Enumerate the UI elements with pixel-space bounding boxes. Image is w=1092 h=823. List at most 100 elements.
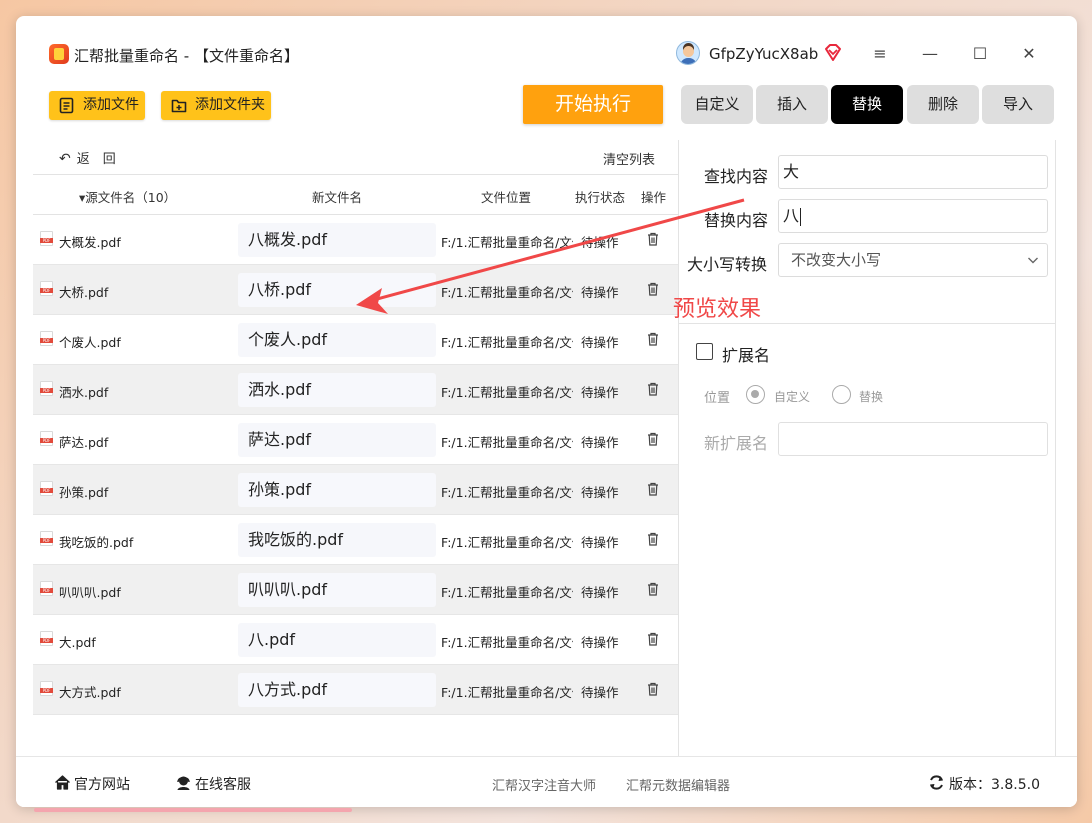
status-text: 待操作 xyxy=(581,635,619,650)
minimize-button[interactable]: — xyxy=(918,42,942,66)
status-text: 待操作 xyxy=(581,535,619,550)
status-text: 待操作 xyxy=(581,585,619,600)
table-row[interactable]: 大概发.pdf 八概发.pdf F:/1.汇帮批量重命名/文件 待操作 xyxy=(33,215,679,265)
file-location: F:/1.汇帮批量重命名/文件 xyxy=(441,585,573,600)
pdf-file-icon xyxy=(40,631,53,646)
new-filename-preview: 八.pdf xyxy=(238,623,436,657)
status-text: 待操作 xyxy=(581,435,619,450)
online-support-label: 在线客服 xyxy=(195,777,251,793)
status-text: 待操作 xyxy=(581,335,619,350)
new-filename-preview: 八桥.pdf xyxy=(238,273,436,307)
table-row[interactable]: 大.pdf 八.pdf F:/1.汇帮批量重命名/文件 待操作 xyxy=(33,615,679,665)
trash-icon[interactable] xyxy=(647,632,659,646)
pdf-file-icon xyxy=(40,481,53,496)
trash-icon[interactable] xyxy=(647,232,659,246)
trash-icon[interactable] xyxy=(647,532,659,546)
column-status: 执行状态 xyxy=(575,190,626,205)
table-row[interactable]: 大桥.pdf 八桥.pdf F:/1.汇帮批量重命名/文件 待操作 xyxy=(33,265,679,315)
clear-list-button[interactable]: 清空列表 xyxy=(603,149,655,168)
file-location: F:/1.汇帮批量重命名/文件 xyxy=(441,535,573,550)
title-bar: 汇帮批量重命名 - 【文件重命名】 GfpZyYucX8ab ≡ — ☐ ✕ xyxy=(16,16,1077,72)
table-row[interactable]: 洒水.pdf 洒水.pdf F:/1.汇帮批量重命名/文件 待操作 xyxy=(33,365,679,415)
pdf-file-icon xyxy=(40,431,53,446)
add-file-label: 添加文件 xyxy=(83,97,139,113)
file-location: F:/1.汇帮批量重命名/文件 xyxy=(441,435,573,450)
tab-custom[interactable]: 自定义 xyxy=(681,85,753,124)
table-row[interactable]: 叭叭叭.pdf 叭叭叭.pdf F:/1.汇帮批量重命名/文件 待操作 xyxy=(33,565,679,615)
file-table-body: 大概发.pdf 八概发.pdf F:/1.汇帮批量重命名/文件 待操作 大桥.p… xyxy=(33,215,679,715)
table-row[interactable]: 大方式.pdf 八方式.pdf F:/1.汇帮批量重命名/文件 待操作 xyxy=(33,665,679,715)
replace-settings-panel: 查找内容 大 替换内容 八 大小写转换 不改变大小写 扩展名 位置 自定义 替换… xyxy=(679,140,1056,756)
source-filename: 孙策.pdf xyxy=(59,485,109,500)
user-avatar[interactable] xyxy=(676,41,700,65)
section-divider xyxy=(679,323,1056,324)
source-filename: 大桥.pdf xyxy=(59,285,109,300)
file-location: F:/1.汇帮批量重命名/文件 xyxy=(441,385,573,400)
tab-replace[interactable]: 替换 xyxy=(831,85,903,124)
start-button[interactable]: 开始执行 xyxy=(523,85,663,124)
position-radio-replace-label[interactable]: 替换 xyxy=(859,388,883,405)
pdf-file-icon xyxy=(40,281,53,296)
footer-link-metadata[interactable]: 汇帮元数据编辑器 xyxy=(626,775,730,794)
menu-icon[interactable]: ≡ xyxy=(868,42,892,66)
trash-icon[interactable] xyxy=(647,682,659,696)
case-select-value: 不改变大小写 xyxy=(791,251,882,269)
tab-delete[interactable]: 删除 xyxy=(907,85,979,124)
source-filename: 萨达.pdf xyxy=(59,435,109,450)
table-row[interactable]: 我吃饭的.pdf 我吃饭的.pdf F:/1.汇帮批量重命名/文件 待操作 xyxy=(33,515,679,565)
trash-icon[interactable] xyxy=(647,582,659,596)
file-location: F:/1.汇帮批量重命名/文件 xyxy=(441,285,573,300)
position-radio-custom[interactable] xyxy=(746,385,765,404)
trash-icon[interactable] xyxy=(647,432,659,446)
file-location: F:/1.汇帮批量重命名/文件 xyxy=(441,235,573,250)
new-filename-preview: 孙策.pdf xyxy=(238,473,436,507)
position-radio-custom-label[interactable]: 自定义 xyxy=(774,388,810,405)
case-select[interactable]: 不改变大小写 xyxy=(778,243,1048,277)
replace-input-value: 八 xyxy=(783,206,800,225)
trash-icon[interactable] xyxy=(647,332,659,346)
refresh-icon[interactable] xyxy=(928,774,945,791)
tab-insert[interactable]: 插入 xyxy=(756,85,828,124)
add-folder-button[interactable]: 添加文件夹 xyxy=(161,91,271,120)
extension-checkbox[interactable] xyxy=(696,343,713,360)
add-folder-icon xyxy=(171,99,187,113)
user-name[interactable]: GfpZyYucX8ab xyxy=(709,45,818,63)
trash-icon[interactable] xyxy=(647,382,659,396)
add-file-button[interactable]: 添加文件 xyxy=(49,91,145,120)
source-filename: 大.pdf xyxy=(59,635,96,650)
trash-icon[interactable] xyxy=(647,282,659,296)
app-logo-icon xyxy=(49,44,69,64)
extension-label[interactable]: 扩展名 xyxy=(722,342,770,366)
status-text: 待操作 xyxy=(581,485,619,500)
vip-diamond-icon[interactable] xyxy=(823,44,843,62)
official-website-label: 官方网站 xyxy=(74,777,130,793)
position-radio-replace[interactable] xyxy=(832,385,851,404)
maximize-button[interactable]: ☐ xyxy=(968,42,992,66)
trash-icon[interactable] xyxy=(647,482,659,496)
new-extension-input[interactable] xyxy=(778,422,1048,456)
table-row[interactable]: 个废人.pdf 个废人.pdf F:/1.汇帮批量重命名/文件 待操作 xyxy=(33,315,679,365)
tab-import[interactable]: 导入 xyxy=(982,85,1054,124)
find-input[interactable]: 大 xyxy=(778,155,1048,189)
pdf-file-icon xyxy=(40,231,53,246)
online-support-link[interactable]: 在线客服 xyxy=(177,774,251,794)
replace-input[interactable]: 八 xyxy=(778,199,1048,233)
source-filename: 大方式.pdf xyxy=(59,685,121,700)
taskbar-progress-strip xyxy=(34,808,352,812)
footer-bar: 官方网站 在线客服 汇帮汉字注音大师 汇帮元数据编辑器 版本：3.8.5.0 xyxy=(16,756,1077,807)
official-website-link[interactable]: 官方网站 xyxy=(55,774,130,794)
footer-link-pinyin[interactable]: 汇帮汉字注音大师 xyxy=(492,775,596,794)
new-extension-label: 新扩展名 xyxy=(704,434,769,453)
table-row[interactable]: 孙策.pdf 孙策.pdf F:/1.汇帮批量重命名/文件 待操作 xyxy=(33,465,679,515)
add-folder-label: 添加文件夹 xyxy=(195,97,265,113)
back-arrow-icon: ↶ xyxy=(59,151,71,167)
status-text: 待操作 xyxy=(581,285,619,300)
file-location: F:/1.汇帮批量重命名/文件 xyxy=(441,335,573,350)
back-button[interactable]: ↶ 返 回 xyxy=(59,148,116,167)
close-button[interactable]: ✕ xyxy=(1017,42,1041,66)
column-action: 操作 xyxy=(641,190,667,205)
column-source[interactable]: ▾源文件名（10） xyxy=(79,187,176,206)
source-filename: 洒水.pdf xyxy=(59,385,109,400)
status-text: 待操作 xyxy=(581,385,619,400)
table-row[interactable]: 萨达.pdf 萨达.pdf F:/1.汇帮批量重命名/文件 待操作 xyxy=(33,415,679,465)
